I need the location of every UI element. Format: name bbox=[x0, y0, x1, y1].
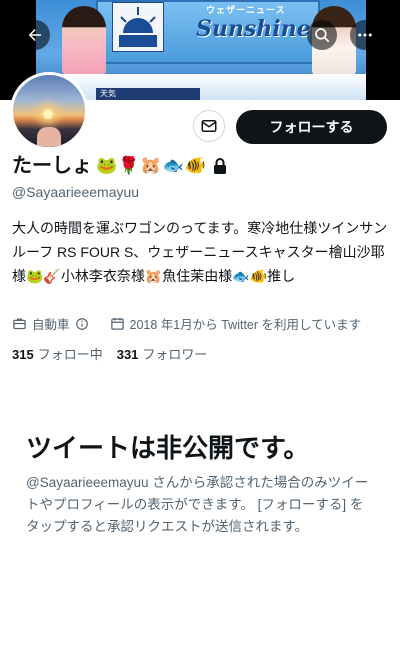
followers-stat[interactable]: 331 フォロワー bbox=[117, 344, 208, 363]
info-icon[interactable] bbox=[75, 317, 89, 331]
back-button[interactable] bbox=[20, 20, 50, 50]
banner-logo-text: Sunshine bbox=[196, 16, 311, 42]
profile-bio: 大人の時間を運ぶワゴンのってます。寒冷地仕様ツインサンルーフ RS FOUR S… bbox=[12, 220, 388, 284]
category-label: 自動車 bbox=[32, 318, 70, 332]
follow-stats: 315 フォロー中 331 フォロワー bbox=[12, 344, 221, 363]
profile-meta: 自動車 2018 年1月から Twitter を利用しています bbox=[12, 314, 377, 333]
following-label: フォロー中 bbox=[37, 347, 103, 362]
following-count: 315 bbox=[12, 347, 34, 362]
private-tweets-title: ツイートは非公開です。 bbox=[26, 433, 310, 463]
back-arrow-icon bbox=[28, 29, 41, 41]
banner-logo-subtitle: ウェザーニュース bbox=[206, 6, 286, 16]
follow-button[interactable]: フォローする bbox=[236, 110, 387, 144]
banner-desk bbox=[36, 74, 366, 100]
calendar-icon bbox=[110, 317, 124, 330]
banner-image: ウェザーニュース Sunshine 天気 bbox=[36, 0, 366, 100]
avatar-sun bbox=[43, 109, 53, 119]
following-stat[interactable]: 315 フォロー中 bbox=[12, 344, 103, 363]
briefcase-icon bbox=[13, 318, 26, 330]
category-item: 自動車 bbox=[12, 314, 94, 333]
followers-label: フォロワー bbox=[142, 347, 208, 362]
more-horizontal-icon bbox=[358, 33, 372, 37]
banner-sun-logo bbox=[112, 2, 164, 52]
user-handle: @Sayaarieeemayuu bbox=[12, 184, 140, 200]
more-options-button[interactable] bbox=[350, 20, 380, 50]
private-tweets-description: @Sayaarieeemayuu さんから承認された場合のみツイートやプロフィー… bbox=[26, 475, 369, 534]
protected-lock-icon bbox=[213, 158, 227, 174]
profile-avatar[interactable] bbox=[10, 72, 88, 150]
avatar-figure bbox=[37, 127, 61, 147]
banner-ticker: 天気 bbox=[96, 88, 200, 100]
search-button[interactable] bbox=[307, 20, 337, 50]
display-name-emojis: 🐸🌹🐹🐟🐠 bbox=[96, 156, 207, 176]
joined-date: 2018 年1月から Twitter を利用しています bbox=[129, 318, 362, 332]
display-name-row: たーしょ 🐸🌹🐹🐟🐠 bbox=[12, 152, 227, 180]
envelope-icon bbox=[201, 120, 217, 132]
message-button[interactable] bbox=[193, 110, 225, 142]
display-name: たーしょ bbox=[12, 155, 92, 177]
joined-item: 2018 年1月から Twitter を利用しています bbox=[110, 314, 362, 333]
banner-person-left bbox=[62, 6, 106, 76]
followers-count: 331 bbox=[116, 347, 139, 362]
search-icon bbox=[315, 28, 330, 43]
